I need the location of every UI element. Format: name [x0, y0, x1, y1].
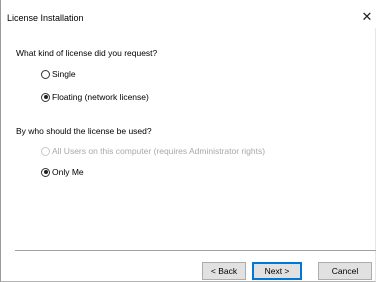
radio-button-checked-icon[interactable] [41, 92, 50, 102]
license-installation-dialog: License Installation ✕ What kind of lice… [0, 0, 376, 282]
radio-button-icon[interactable] [41, 69, 50, 79]
radio-floating[interactable]: Floating (network license) [41, 91, 149, 103]
radio-floating-label[interactable]: Floating (network license) [52, 92, 149, 102]
radio-all-users-label: All Users on this computer (requires Adm… [52, 146, 266, 156]
radio-single[interactable]: Single [41, 68, 76, 80]
radio-only-me-label[interactable]: Only Me [52, 167, 84, 177]
close-icon[interactable]: ✕ [357, 8, 376, 26]
back-button[interactable]: < Back [202, 262, 246, 280]
radio-button-checked-icon[interactable] [41, 167, 50, 177]
radio-all-users: All Users on this computer (requires Adm… [41, 145, 265, 157]
radio-button-icon [41, 146, 50, 156]
radio-only-me[interactable]: Only Me [41, 166, 84, 178]
next-button[interactable]: Next > [252, 262, 302, 280]
license-scope-question: By who should the license be used? [16, 126, 152, 136]
footer-divider [15, 250, 376, 251]
cancel-button[interactable]: Cancel [318, 262, 372, 280]
license-type-question: What kind of license did you request? [16, 48, 158, 58]
radio-single-label[interactable]: Single [52, 69, 76, 79]
title-bar: License Installation ✕ [1, 0, 376, 28]
window-title: License Installation [7, 13, 84, 23]
